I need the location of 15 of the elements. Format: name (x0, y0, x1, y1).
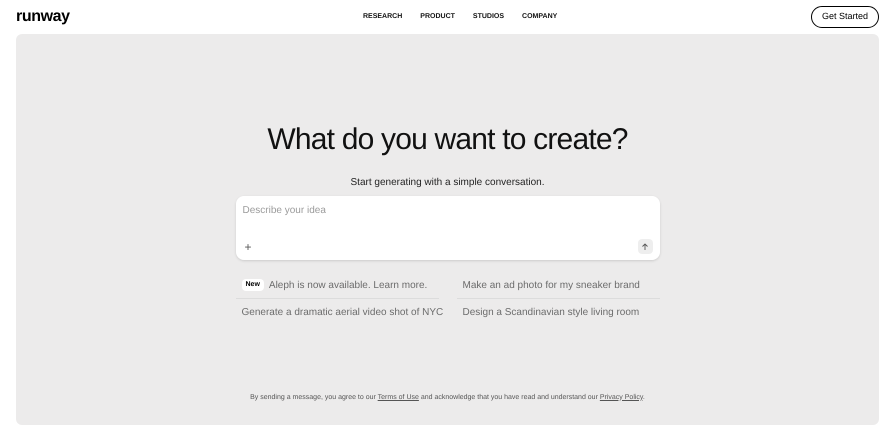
suggestion-text: Aleph is now available. Learn more. (268, 278, 428, 292)
arrow-up-icon (641, 242, 649, 250)
suggestion-item[interactable]: Design a Scandinavian style living room (456, 299, 660, 326)
prompt-box[interactable]: Describe your idea + (236, 196, 660, 260)
prompt-input[interactable]: Describe your idea (242, 203, 442, 218)
hero-title: What do you want to create? (267, 122, 628, 158)
hero-subtitle: Start generating with a simple conversation. (350, 176, 544, 190)
suggestion-text: Make an ad photo for my sneaker brand (462, 278, 640, 292)
send-button[interactable] (638, 239, 652, 254)
logo[interactable]: runway (16, 5, 70, 29)
suggestion-text: Design a Scandinavian style living room (462, 306, 640, 320)
suggestion-item[interactable]: Make an ad photo for my sneaker brand (456, 272, 660, 299)
get-started-button[interactable]: Get Started (810, 6, 879, 28)
add-button[interactable]: + (244, 240, 252, 252)
suggestion-text: Generate a dramatic aerial video shot of NYC (242, 306, 444, 320)
